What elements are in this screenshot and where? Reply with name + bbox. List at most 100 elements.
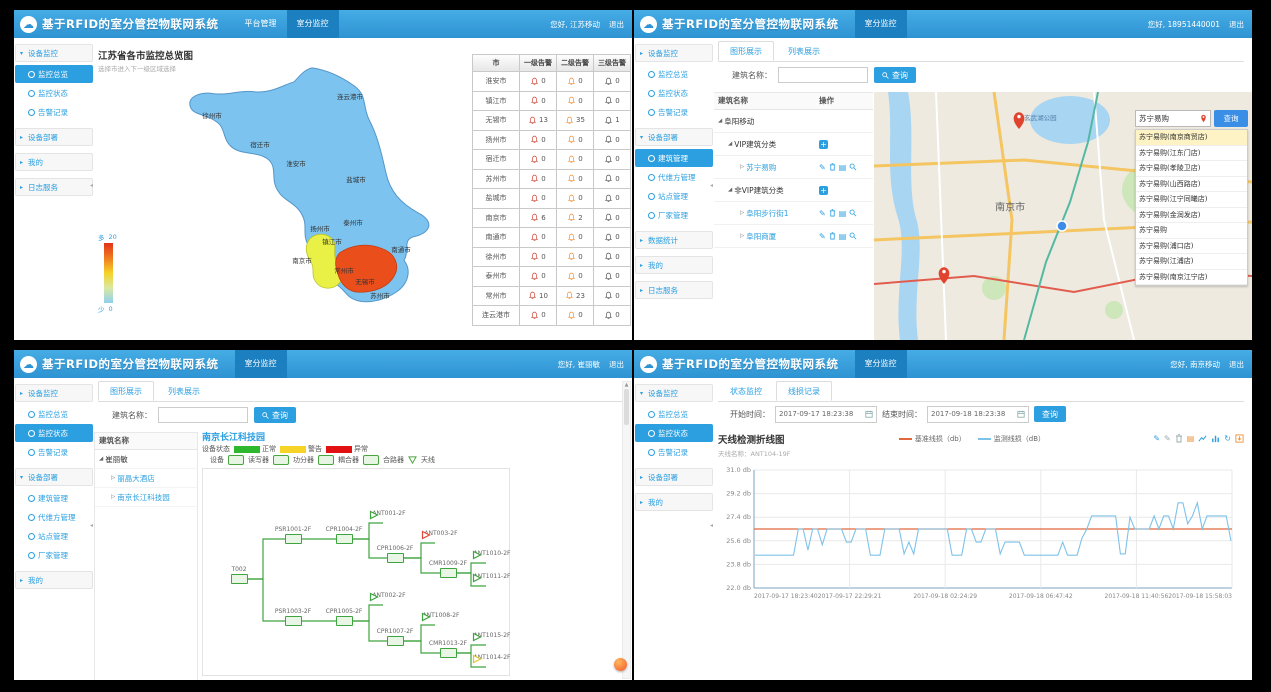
device-node-antenna[interactable]: ANT001-2F xyxy=(369,510,409,518)
device-node-coupler[interactable]: CPR1005-2F xyxy=(324,608,364,628)
sidebar-item[interactable]: ▸ 数据统计 xyxy=(635,231,713,249)
tab[interactable]: 线损记录 xyxy=(776,381,832,401)
view-icon[interactable] xyxy=(849,232,857,240)
tree-item[interactable]: ▷南京长江科技园 xyxy=(95,488,197,507)
sidebar-item[interactable]: 监控状态 xyxy=(635,84,713,102)
building-name-input[interactable] xyxy=(158,407,248,423)
tree-item[interactable]: ▷丽晶大酒店 xyxy=(95,469,197,488)
sidebar-item[interactable]: ▸ 我的 xyxy=(15,571,93,589)
list-icon[interactable]: ▤ xyxy=(839,163,847,172)
logout-link[interactable]: 退出 xyxy=(1229,359,1244,370)
device-node-antenna[interactable]: ANT1015-2F xyxy=(472,632,512,640)
sidebar-item[interactable]: 监控总览 xyxy=(635,405,713,423)
tree-expander-icon[interactable]: ◢ xyxy=(728,187,732,193)
start-time-input[interactable]: 2017-09-17 18:23:38 xyxy=(775,406,877,423)
query-button[interactable]: 查询 xyxy=(1034,406,1066,422)
map-city-label[interactable]: 连云港市 xyxy=(337,91,363,101)
logout-link[interactable]: 退出 xyxy=(609,19,624,30)
store-result-item[interactable]: 苏宁易购(江东门店) xyxy=(1136,146,1247,162)
device-node-antenna[interactable]: ANT003-2F xyxy=(421,530,461,538)
map-search-input[interactable]: 苏宁易购 xyxy=(1135,110,1211,127)
store-result-item[interactable]: 苏宁易购(江浦店) xyxy=(1136,254,1247,270)
logout-link[interactable]: 退出 xyxy=(1229,19,1244,30)
sidebar-item[interactable]: ▾ 设备监控 xyxy=(15,44,93,62)
tree-row[interactable]: ▷ 苏宁易购 + ✎ ▤ xyxy=(714,156,873,179)
store-result-item[interactable]: 苏宁易购(浦口店) xyxy=(1136,239,1247,255)
tree-expander-icon[interactable]: ◢ xyxy=(728,141,732,147)
sidebar-collapse-handle[interactable]: ◂ xyxy=(710,522,713,529)
table-row[interactable]: 镇江市 0 0 0 xyxy=(473,92,631,112)
table-row[interactable]: 苏州市 0 0 0 xyxy=(473,170,631,190)
store-result-item[interactable]: 苏宁易购(金润发店) xyxy=(1136,208,1247,224)
table-row[interactable]: 宿迁市 0 0 0 xyxy=(473,150,631,170)
device-node-combiner[interactable]: CMR1013-2F xyxy=(428,640,468,660)
map-search-button[interactable]: 查询 xyxy=(1214,110,1248,127)
add-button[interactable]: + xyxy=(819,140,828,149)
table-row[interactable]: 连云港市 0 0 0 xyxy=(473,306,631,326)
tab[interactable]: 列表展示 xyxy=(156,381,212,401)
store-result-item[interactable]: 苏宁易购(江宁同曦店) xyxy=(1136,192,1247,208)
sidebar-item[interactable]: ▸ 日志服务 xyxy=(15,178,93,196)
sidebar-item[interactable]: 站点管理 xyxy=(635,187,713,205)
device-node-antenna[interactable]: ANT002-2F xyxy=(369,592,409,600)
table-row[interactable]: 无锡市 13 35 1 xyxy=(473,111,631,131)
map-city-label[interactable]: 宿迁市 xyxy=(250,139,270,149)
tree-row[interactable]: ◢ VIP建筑分类 + ✎ ▤ xyxy=(714,133,873,156)
line-chart-icon[interactable] xyxy=(1198,434,1207,443)
scrollbar[interactable]: ▲ xyxy=(622,381,631,679)
tree-expander-icon[interactable]: ▷ xyxy=(111,494,115,500)
table-row[interactable]: 盐城市 0 0 0 xyxy=(473,189,631,209)
legend-item[interactable]: 基准线损（db） xyxy=(899,434,966,444)
tree-row[interactable]: ▷ 阜阳商厦 + ✎ ▤ xyxy=(714,225,873,248)
refresh-icon[interactable]: ↻ xyxy=(1224,434,1231,443)
view-icon[interactable] xyxy=(849,209,857,217)
device-node-combiner[interactable]: CMR1009-2F xyxy=(428,560,468,580)
map-city-label[interactable]: 南通市 xyxy=(391,244,411,254)
sidebar-item[interactable]: ▸ 设备监控 xyxy=(15,384,93,402)
device-node-coupler[interactable]: CPR1004-2F xyxy=(324,526,364,546)
nav-item[interactable]: 室分监控 xyxy=(855,350,907,378)
scrollbar-thumb[interactable] xyxy=(624,389,629,425)
list-icon[interactable]: ▤ xyxy=(839,232,847,241)
sidebar-item[interactable]: ▸ 设备部署 xyxy=(635,468,713,486)
query-button[interactable]: 查询 xyxy=(874,67,916,83)
tree-expander-icon[interactable]: ▷ xyxy=(740,233,744,239)
add-button[interactable]: + xyxy=(819,186,828,195)
sidebar-item[interactable]: ▸ 我的 xyxy=(635,256,713,274)
sidebar-item[interactable]: ▾ 设备部署 xyxy=(15,468,93,486)
map-city-label[interactable]: 扬州市 xyxy=(310,223,330,233)
list-icon[interactable]: ▤ xyxy=(839,209,847,218)
nav-item[interactable]: 室分监控 xyxy=(235,350,287,378)
tree-expander-icon[interactable]: ▷ xyxy=(740,164,744,170)
edit-icon[interactable]: ✎ xyxy=(819,209,826,218)
tab[interactable]: 状态监控 xyxy=(718,381,774,401)
map-city-label[interactable]: 无锡市 xyxy=(355,276,375,286)
tab[interactable]: 列表展示 xyxy=(776,41,832,61)
sidebar-item[interactable]: 站点管理 xyxy=(15,527,93,545)
nav-item[interactable]: 平台管理 xyxy=(235,10,287,38)
edit-icon[interactable]: ✎ xyxy=(819,232,826,241)
edit-icon[interactable]: ✎ xyxy=(819,163,826,172)
nav-item[interactable]: 室分监控 xyxy=(287,10,339,38)
table-row[interactable]: 淮安市 0 0 0 xyxy=(473,72,631,92)
clear-icon[interactable] xyxy=(1175,434,1183,443)
store-result-item[interactable]: 苏宁易购(南京商贸店) xyxy=(1136,130,1247,146)
device-node-coupler[interactable]: CPR1007-2F xyxy=(375,628,415,648)
sidebar-item[interactable]: 告警记录 xyxy=(635,103,713,121)
device-node-coupler[interactable]: CPR1006-2F xyxy=(375,545,415,565)
store-result-item[interactable]: 苏宁易购 xyxy=(1136,223,1247,239)
store-result-item[interactable]: 苏宁易购(山西路店) xyxy=(1136,177,1247,193)
table-row[interactable]: 泰州市 0 0 0 xyxy=(473,267,631,287)
sidebar-item[interactable]: ▸ 我的 xyxy=(15,153,93,171)
sidebar-item[interactable]: 告警记录 xyxy=(15,103,93,121)
sidebar-collapse-handle[interactable]: ◂ xyxy=(90,522,93,529)
store-result-item[interactable]: 苏宁易购(孝陵卫店) xyxy=(1136,161,1247,177)
end-time-input[interactable]: 2017-09-18 18:23:38 xyxy=(927,406,1029,423)
sidebar-item[interactable]: 监控总览 xyxy=(635,65,713,83)
mark-line-icon[interactable]: ✎ xyxy=(1153,434,1160,443)
map-city-label[interactable]: 盐城市 xyxy=(346,174,366,184)
sidebar-item[interactable]: ▾ 设备监控 xyxy=(635,384,713,402)
map-city-label[interactable]: 淮安市 xyxy=(286,158,306,168)
sidebar-item[interactable]: 监控总览 xyxy=(15,405,93,423)
device-node-splitter[interactable]: PSR1001-2F xyxy=(273,526,313,546)
